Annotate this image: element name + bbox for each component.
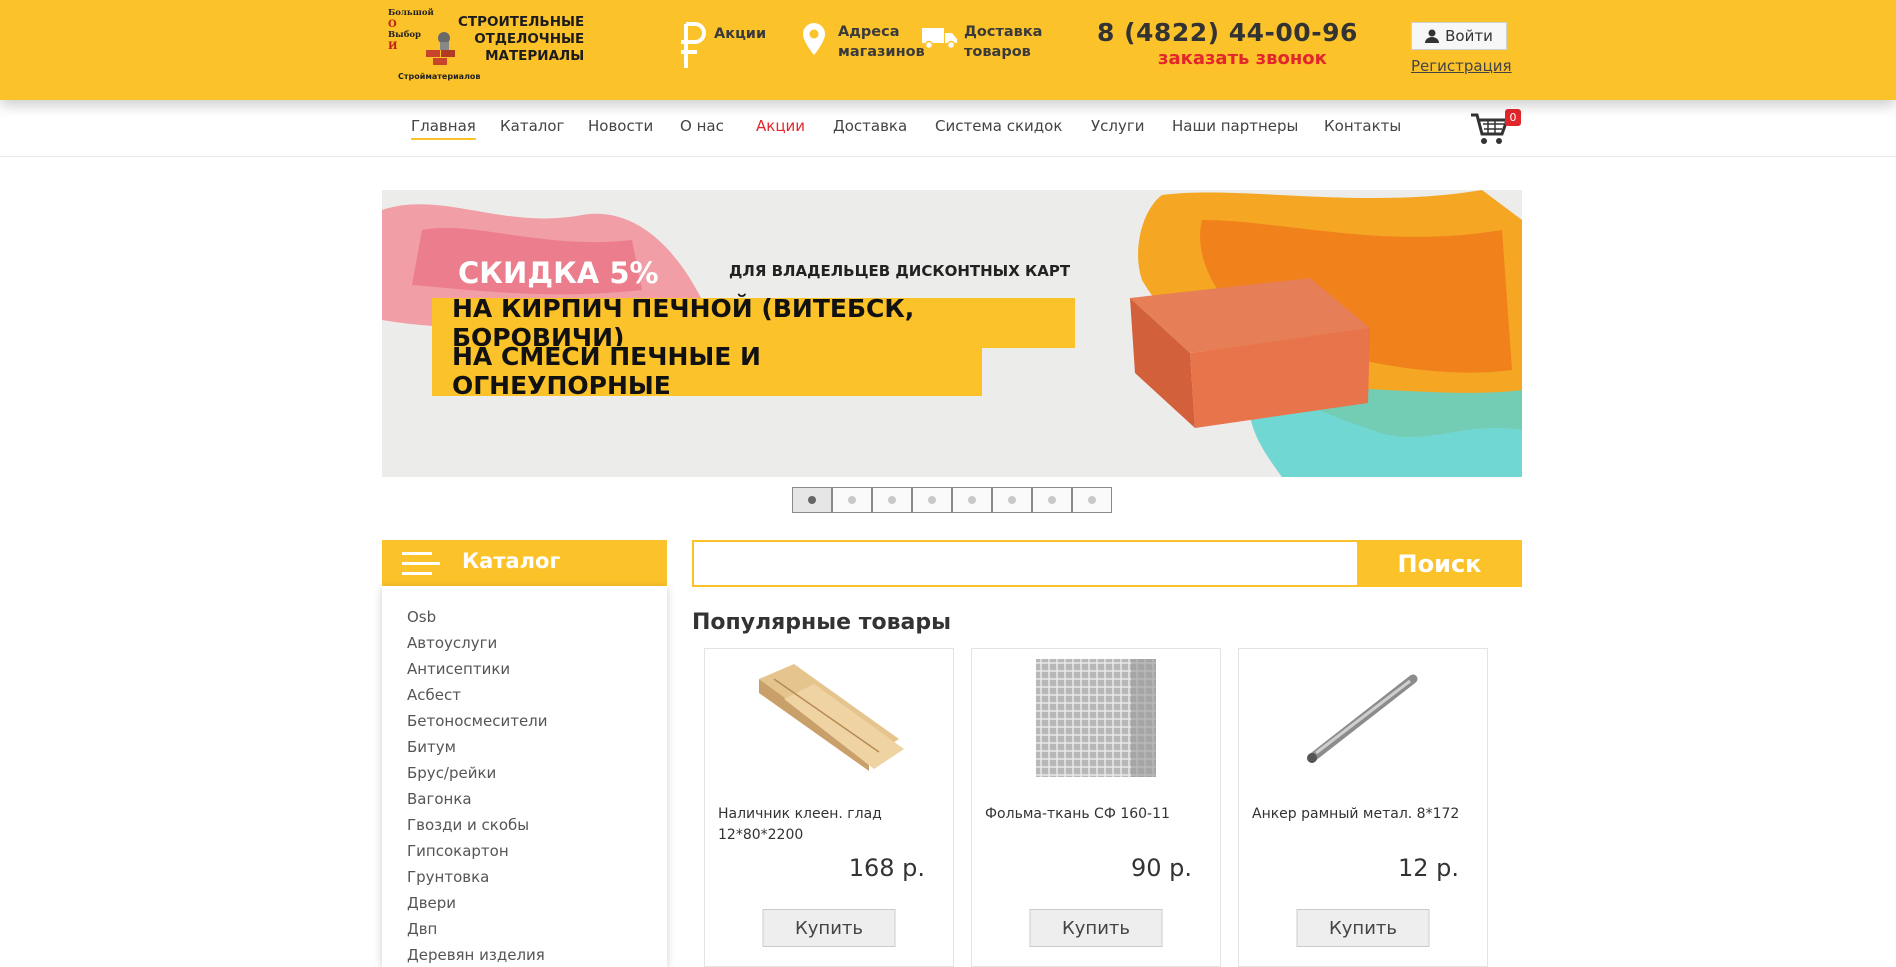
- catalog-item[interactable]: Антисептики: [407, 660, 510, 678]
- product-image-molding: [759, 664, 904, 771]
- logo-bricks-icon: [426, 32, 455, 65]
- popular-title: Популярные товары: [692, 610, 952, 635]
- banner-discount: СКИДКА 5%: [458, 256, 659, 290]
- product-card: Фольма-ткань СФ 160-11 90 р. Купить: [971, 648, 1221, 967]
- slide-dot[interactable]: [872, 487, 912, 513]
- catalog-item[interactable]: Грунтовка: [407, 868, 489, 886]
- banner-line-1: НА КИРПИЧ ПЕЧНОЙ (ВИТЕБСК, БОРОВИЧИ): [432, 294, 1075, 352]
- nav-item-about[interactable]: О нас: [680, 117, 724, 135]
- banner-holders: ДЛЯ ВЛАДЕЛЬЦЕВ ДИСКОНТНЫХ КАРТ: [729, 262, 1071, 280]
- nav-item-news[interactable]: Новости: [588, 117, 653, 135]
- delivery-link[interactable]: Доставка товаров: [964, 22, 1042, 62]
- catalog-item[interactable]: Асбест: [407, 686, 461, 704]
- buy-button[interactable]: Купить: [1029, 909, 1163, 947]
- buy-button[interactable]: Купить: [762, 909, 896, 947]
- callback-link[interactable]: заказать звонок: [1158, 48, 1327, 69]
- slide-dot[interactable]: [1032, 487, 1072, 513]
- catalog-item[interactable]: Двери: [407, 894, 456, 912]
- logo-right-text: СТРОИТЕЛЬНЫЕ ОТДЕЛОЧНЫЕ МАТЕРИАЛЫ: [458, 14, 585, 64]
- product-name[interactable]: Анкер рамный метал. 8*172: [1252, 804, 1472, 825]
- cart-icon[interactable]: [1470, 112, 1510, 146]
- product-name[interactable]: Наличник клеен. глад 12*80*2200: [718, 804, 938, 846]
- nav-item-partners[interactable]: Наши партнеры: [1172, 117, 1298, 135]
- slide-dot[interactable]: [952, 487, 992, 513]
- promo-link[interactable]: Акции: [714, 24, 766, 44]
- nav-item-home[interactable]: Главная: [411, 117, 476, 140]
- promo-banner[interactable]: СКИДКА 5% ДЛЯ ВЛАДЕЛЬЦЕВ ДИСКОНТНЫХ КАРТ…: [382, 190, 1522, 477]
- product-price: 90 р.: [1130, 854, 1192, 882]
- slide-dot[interactable]: [912, 487, 952, 513]
- user-icon: [1425, 29, 1440, 43]
- stores-link[interactable]: Адреса магазинов: [838, 22, 925, 62]
- catalog-item[interactable]: Двп: [407, 920, 437, 938]
- catalog-item[interactable]: Битум: [407, 738, 456, 756]
- slide-dot[interactable]: [1072, 487, 1112, 513]
- nav-item-promo[interactable]: Акции: [756, 117, 805, 135]
- catalog-title: Каталог: [462, 549, 561, 573]
- product-price: 12 р.: [1397, 854, 1459, 882]
- nav-item-services[interactable]: Услуги: [1091, 117, 1144, 135]
- banner-line-2: НА СМЕСИ ПЕЧНЫЕ И ОГНЕУПОРНЫЕ: [432, 342, 982, 400]
- catalog-item[interactable]: Автоуслуги: [407, 634, 497, 652]
- login-label: Войти: [1445, 27, 1493, 45]
- map-pin-icon: [803, 23, 825, 55]
- phone-number[interactable]: 8 (4822) 44-00-96: [1097, 18, 1358, 47]
- catalog-item[interactable]: Гвозди и скобы: [407, 816, 529, 834]
- catalog-item[interactable]: Гипсокартон: [407, 842, 509, 860]
- catalog-item[interactable]: Деревян изделия: [407, 946, 545, 964]
- product-image-anchor: [1307, 674, 1418, 763]
- banner-slider-dots: [792, 487, 1112, 513]
- main-nav: Главная Каталог Новости О нас Акции Дост…: [0, 100, 1896, 157]
- logo-under-text: Стройматериалов: [398, 72, 481, 81]
- product-image-foil-fabric: [1036, 659, 1156, 777]
- catalog-item[interactable]: Бетоносмесители: [407, 712, 548, 730]
- buy-button[interactable]: Купить: [1296, 909, 1430, 947]
- product-price: 168 р.: [848, 854, 925, 882]
- brick-image: [1130, 278, 1370, 428]
- top-header: Большой О Выбор И СТРОИТЕЛЬНЫЕ ОТДЕЛОЧНЫ…: [0, 0, 1896, 100]
- site-logo[interactable]: Большой О Выбор И СТРОИТЕЛЬНЫЕ ОТДЕЛОЧНЫ…: [380, 8, 584, 86]
- catalog-list: Osb Автоуслуги Антисептики Асбест Бетоно…: [382, 586, 667, 967]
- nav-item-discounts[interactable]: Система скидок: [935, 117, 1062, 135]
- nav-item-contacts[interactable]: Контакты: [1324, 117, 1401, 135]
- menu-icon: [402, 552, 442, 575]
- catalog-item[interactable]: Вагонка: [407, 790, 472, 808]
- product-card: Наличник клеен. глад 12*80*2200 168 р. К…: [704, 648, 954, 967]
- register-link[interactable]: Регистрация: [1411, 57, 1512, 75]
- product-name[interactable]: Фольма-ткань СФ 160-11: [985, 804, 1205, 825]
- catalog-header[interactable]: Каталог: [382, 540, 667, 586]
- catalog-item[interactable]: Брус/рейки: [407, 764, 496, 782]
- catalog-item[interactable]: Osb: [407, 608, 436, 626]
- truck-icon: [922, 28, 957, 50]
- slide-dot[interactable]: [992, 487, 1032, 513]
- search-button[interactable]: Поиск: [1357, 540, 1522, 587]
- ruble-icon: [681, 22, 706, 68]
- login-button[interactable]: Войти: [1411, 22, 1507, 50]
- product-card: Анкер рамный метал. 8*172 12 р. Купить: [1238, 648, 1488, 967]
- slide-dot[interactable]: [792, 487, 832, 513]
- slide-dot[interactable]: [832, 487, 872, 513]
- nav-item-delivery[interactable]: Доставка: [833, 117, 907, 135]
- nav-item-catalog[interactable]: Каталог: [500, 117, 564, 135]
- cart-count-badge: 0: [1505, 109, 1521, 126]
